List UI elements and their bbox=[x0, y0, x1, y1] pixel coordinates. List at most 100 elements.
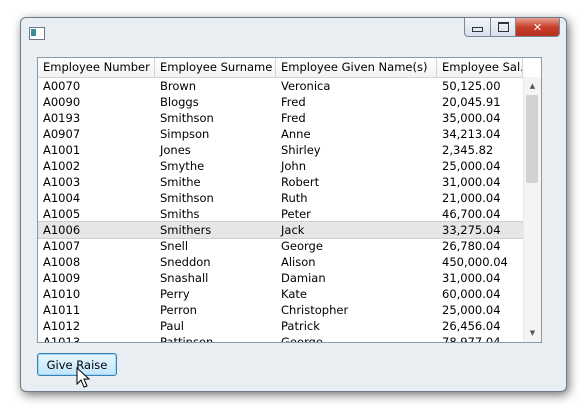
table-row[interactable]: A1005 Smiths Peter 46,700.04 bbox=[38, 206, 523, 222]
cell-given-names: Ruth bbox=[281, 191, 308, 205]
cell-salary: 450,000.04 bbox=[442, 255, 508, 269]
table-row[interactable]: A1010 Perry Kate 60,000.04 bbox=[38, 286, 523, 302]
table-row[interactable]: A1008 Sneddon Alison 450,000.04 bbox=[38, 254, 523, 270]
cell-surname: Bloggs bbox=[160, 95, 199, 109]
scroll-up-arrow-icon[interactable]: ▲ bbox=[524, 79, 541, 93]
cell-salary: 60,000.04 bbox=[442, 287, 501, 301]
column-header-employee-number[interactable]: Employee Number bbox=[38, 58, 155, 77]
cell-given-names: Fred bbox=[281, 111, 306, 125]
cell-surname: Smiths bbox=[160, 207, 200, 221]
cell-surname: Jones bbox=[160, 143, 191, 157]
table-row[interactable]: A1006 Smithers Jack 33,275.04 bbox=[38, 221, 524, 239]
column-header-employee-given-names[interactable]: Employee Given Name(s) bbox=[276, 58, 437, 77]
cell-employee-number: A1002 bbox=[43, 159, 81, 173]
cell-employee-number: A1013 bbox=[43, 335, 81, 343]
table-header: Employee Number Employee Surname Employe… bbox=[38, 58, 523, 78]
close-icon: ✕ bbox=[532, 20, 543, 34]
maximize-button[interactable] bbox=[491, 18, 516, 37]
mouse-pointer-icon bbox=[76, 367, 90, 388]
employee-table[interactable]: Employee Number Employee Surname Employe… bbox=[37, 57, 542, 343]
cell-employee-number: A1012 bbox=[43, 319, 81, 333]
cell-salary: 78,977.04 bbox=[442, 335, 501, 343]
cell-surname: Brown bbox=[160, 79, 197, 93]
cell-salary: 25,000.04 bbox=[442, 159, 501, 173]
cell-given-names: Anne bbox=[281, 127, 311, 141]
cell-surname: Sneddon bbox=[160, 255, 211, 269]
cell-surname: Snashall bbox=[160, 271, 209, 285]
cell-surname: Pattinson bbox=[160, 335, 214, 343]
cell-employee-number: A1011 bbox=[43, 303, 81, 317]
cell-salary: 21,000.04 bbox=[442, 191, 501, 205]
cell-employee-number: A1004 bbox=[43, 191, 81, 205]
column-header-employee-surname[interactable]: Employee Surname bbox=[155, 58, 276, 77]
cell-given-names: Kate bbox=[281, 287, 307, 301]
cell-employee-number: A0090 bbox=[43, 95, 81, 109]
vertical-scrollbar[interactable]: ▲ ▼ bbox=[523, 77, 541, 342]
cell-given-names: George bbox=[281, 335, 323, 343]
cell-surname: Smithson bbox=[160, 111, 214, 125]
cell-given-names: Patrick bbox=[281, 319, 320, 333]
cell-salary: 25,000.04 bbox=[442, 303, 501, 317]
cell-employee-number: A0193 bbox=[43, 111, 81, 125]
cell-employee-number: A1006 bbox=[43, 223, 81, 237]
cell-surname: Paul bbox=[160, 319, 184, 333]
cell-surname: Simpson bbox=[160, 127, 210, 141]
column-header-employee-salary[interactable]: Employee Sal... bbox=[437, 58, 523, 77]
table-body: A0070 Brown Veronica 50,125.00 A0090 Bloggs Fr… bbox=[38, 78, 524, 343]
table-row[interactable]: A1007 Snell George 26,780.04 bbox=[38, 238, 523, 254]
cell-given-names: Veronica bbox=[281, 79, 331, 93]
table-row[interactable]: A1012 Paul Patrick 26,456.04 bbox=[38, 318, 523, 334]
cell-salary: 33,275.04 bbox=[442, 223, 501, 237]
table-row[interactable]: A0070 Brown Veronica 50,125.00 bbox=[38, 78, 523, 94]
cell-given-names: Jack bbox=[281, 223, 305, 237]
cell-salary: 26,456.04 bbox=[442, 319, 501, 333]
cell-salary: 31,000.04 bbox=[442, 175, 501, 189]
cell-given-names: Robert bbox=[281, 175, 320, 189]
close-button[interactable]: ✕ bbox=[516, 18, 560, 37]
cell-salary: 50,125.00 bbox=[442, 79, 501, 93]
application-window: ✕ Employee Number Employee Surname Emplo… bbox=[20, 17, 567, 392]
cell-given-names: John bbox=[281, 159, 307, 173]
table-row[interactable]: A1002 Smythe John 25,000.04 bbox=[38, 158, 523, 174]
cell-surname: Perry bbox=[160, 287, 190, 301]
table-row[interactable]: A1009 Snashall Damian 31,000.04 bbox=[38, 270, 523, 286]
cell-given-names: Fred bbox=[281, 95, 306, 109]
cell-surname: Smithson bbox=[160, 191, 214, 205]
maximize-icon bbox=[497, 22, 509, 32]
cell-surname: Perron bbox=[160, 303, 197, 317]
cell-employee-number: A1010 bbox=[43, 287, 81, 301]
caption-buttons: ✕ bbox=[464, 18, 560, 37]
scrollbar-thumb[interactable] bbox=[526, 95, 538, 183]
cell-salary: 20,045.91 bbox=[442, 95, 501, 109]
cell-salary: 46,700.04 bbox=[442, 207, 501, 221]
cell-employee-number: A0070 bbox=[43, 79, 81, 93]
app-window-icon[interactable] bbox=[29, 27, 45, 40]
table-row[interactable]: A1011 Perron Christopher 25,000.04 bbox=[38, 302, 523, 318]
cell-employee-number: A1001 bbox=[43, 143, 81, 157]
cell-given-names: Christopher bbox=[281, 303, 349, 317]
table-row[interactable]: A1003 Smithe Robert 31,000.04 bbox=[38, 174, 523, 190]
cell-employee-number: A1007 bbox=[43, 239, 81, 253]
table-row[interactable]: A1001 Jones Shirley 2,345.82 bbox=[38, 142, 523, 158]
table-row[interactable]: A1004 Smithson Ruth 21,000.04 bbox=[38, 190, 523, 206]
cell-employee-number: A1005 bbox=[43, 207, 81, 221]
scroll-down-arrow-icon[interactable]: ▼ bbox=[524, 326, 541, 340]
cell-surname: Smithers bbox=[160, 223, 212, 237]
table-row[interactable]: A0090 Bloggs Fred 20,045.91 bbox=[38, 94, 523, 110]
cell-salary: 31,000.04 bbox=[442, 271, 501, 285]
minimize-button[interactable] bbox=[464, 18, 491, 37]
table-row[interactable]: A0193 Smithson Fred 35,000.04 bbox=[38, 110, 523, 126]
cell-salary: 35,000.04 bbox=[442, 111, 501, 125]
cell-given-names: Damian bbox=[281, 271, 326, 285]
cell-surname: Smythe bbox=[160, 159, 205, 173]
cell-given-names: George bbox=[281, 239, 323, 253]
cell-employee-number: A1003 bbox=[43, 175, 81, 189]
cell-given-names: Alison bbox=[281, 255, 316, 269]
cell-salary: 2,345.82 bbox=[442, 143, 494, 157]
table-row[interactable]: A0907 Simpson Anne 34,213.04 bbox=[38, 126, 523, 142]
table-row[interactable]: A1013 Pattinson George 78,977.04 bbox=[38, 334, 523, 343]
cell-employee-number: A1009 bbox=[43, 271, 81, 285]
title-bar[interactable]: ✕ bbox=[21, 18, 566, 48]
cell-given-names: Shirley bbox=[281, 143, 321, 157]
minimize-icon bbox=[472, 27, 483, 32]
